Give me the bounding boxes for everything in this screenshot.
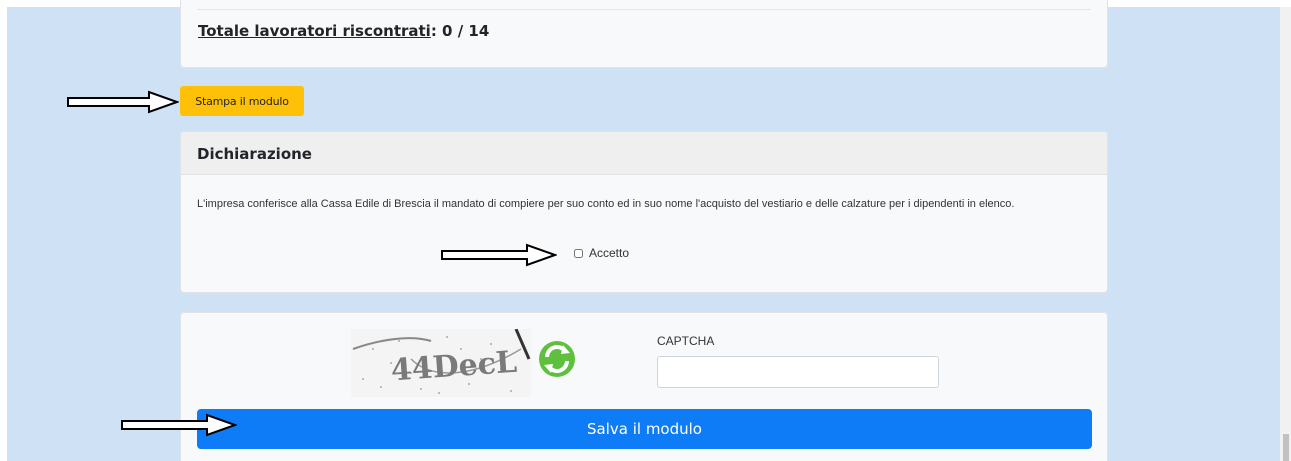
accetto-checkbox-label[interactable]: Accetto <box>574 246 629 260</box>
accetto-label: Accetto <box>589 246 630 260</box>
scrollbar[interactable] <box>1280 7 1291 461</box>
totale-value: : 0 / 14 <box>430 22 490 40</box>
summary-card: Totale lavoratori riscontrati: 0 / 14 <box>180 0 1108 68</box>
totale-label: Totale lavoratori riscontrati <box>198 22 431 40</box>
dichiarazione-card: Dichiarazione L'impresa conferisce alla … <box>180 131 1108 293</box>
totale-lavoratori: Totale lavoratori riscontrati: 0 / 14 <box>198 22 489 40</box>
refresh-icon[interactable] <box>537 339 577 379</box>
arrow-pointer-stampa <box>67 90 179 114</box>
captcha-card: 44DecL CAPTCHA Salva il modulo <box>180 312 1108 461</box>
arrow-pointer-salva <box>121 413 237 437</box>
dichiarazione-text: L'impresa conferisce alla Cassa Edile di… <box>197 198 1015 210</box>
scrollbar-thumb[interactable] <box>1283 434 1289 461</box>
dichiarazione-header: Dichiarazione <box>181 132 1107 175</box>
captcha-label: CAPTCHA <box>657 334 715 348</box>
captcha-image: 44DecL <box>351 328 531 397</box>
divider <box>197 9 1091 10</box>
dichiarazione-title: Dichiarazione <box>197 145 312 163</box>
captcha-input[interactable] <box>657 356 939 388</box>
arrow-pointer-accetto <box>441 243 557 267</box>
accetto-checkbox[interactable] <box>574 248 583 258</box>
salva-modulo-button[interactable]: Salva il modulo <box>197 409 1092 449</box>
stampa-modulo-button[interactable]: Stampa il modulo <box>180 86 304 116</box>
